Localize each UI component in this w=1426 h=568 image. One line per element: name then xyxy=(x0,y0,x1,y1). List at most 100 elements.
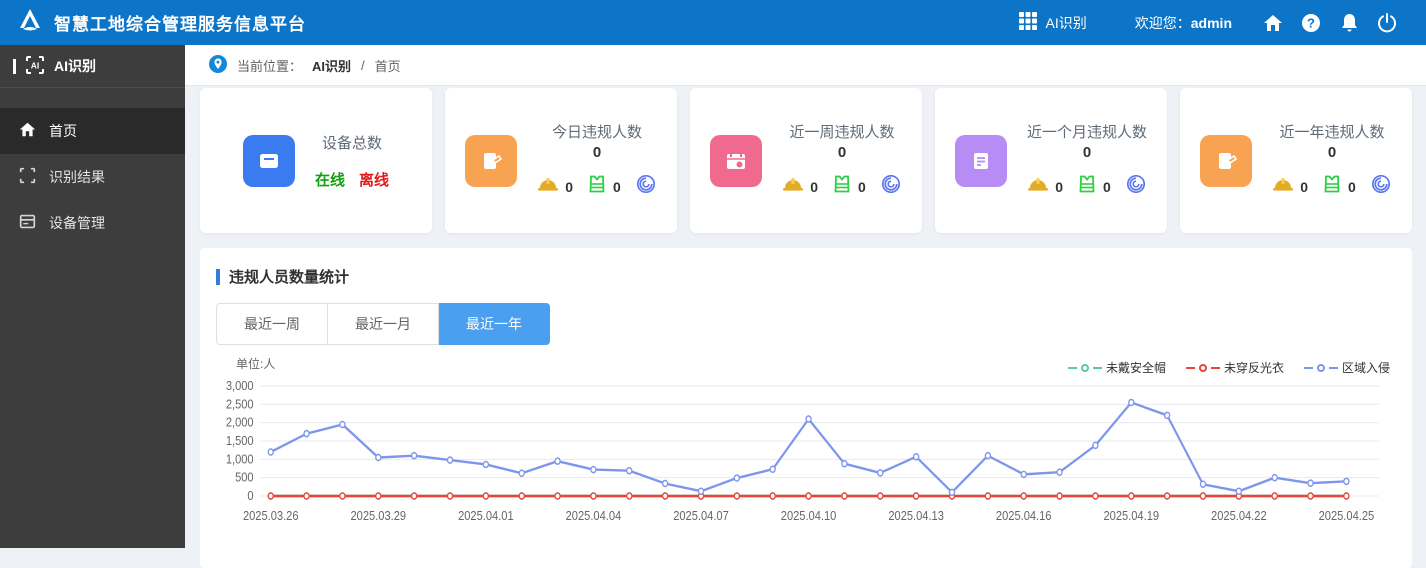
username: admin xyxy=(1190,14,1232,31)
scan-frame-icon xyxy=(19,167,36,187)
card-value: 0 xyxy=(1082,144,1092,161)
sidebar: AI AI识别 首页 识别结果 设备管理 xyxy=(0,45,185,548)
card-title: 今日违规人数 xyxy=(551,124,642,141)
svg-text:2025.04.16: 2025.04.16 xyxy=(996,508,1052,523)
legend-line xyxy=(1328,366,1338,369)
tab-last-month[interactable]: 最近一月 xyxy=(328,303,439,345)
title-accent-bar xyxy=(216,268,220,285)
legend-marker xyxy=(1080,363,1089,372)
helmet-icon xyxy=(782,176,804,197)
violation-stats-panel: 违规人员数量统计 最近一周 最近一月 最近一年 未戴安全帽 未穿反光衣 区域入侵… xyxy=(200,248,1412,568)
breadcrumb-current[interactable]: 首页 xyxy=(375,56,401,75)
svg-text:2025.04.19: 2025.04.19 xyxy=(1103,508,1159,523)
breadcrumb: 当前位置： AI识别 / 首页 xyxy=(185,45,1426,86)
vest-count: 0 xyxy=(1348,178,1356,195)
vest-count: 0 xyxy=(1102,178,1111,195)
legend-marker xyxy=(1198,363,1207,372)
helmet-icon xyxy=(1027,176,1049,197)
legend-line xyxy=(1067,366,1077,369)
ai-scan-icon: AI xyxy=(25,55,45,78)
sidebar-item-label: 设备管理 xyxy=(49,215,105,231)
grid-menu-icon xyxy=(1018,11,1038,34)
help-icon[interactable]: ? xyxy=(1292,13,1330,33)
app-switch-label: AI识别 xyxy=(1045,14,1087,31)
app-header: 智慧工地综合管理服务信息平台 AI识别 欢迎您：admin ? xyxy=(0,0,1426,45)
legend-line xyxy=(1210,366,1220,369)
offline-label: 离线 xyxy=(359,171,390,189)
legend-label: 区域入侵 xyxy=(1341,361,1390,375)
helmet-count: 0 xyxy=(810,178,818,195)
svg-text:1,000: 1,000 xyxy=(226,452,254,467)
legend-marker xyxy=(1316,363,1325,372)
breadcrumb-prefix: 当前位置： xyxy=(237,58,303,74)
bell-icon[interactable] xyxy=(1330,13,1368,33)
sidebar-menu: 首页 识别结果 设备管理 xyxy=(0,108,185,246)
sidebar-title: AI识别 xyxy=(54,58,96,74)
report-icon xyxy=(465,134,518,187)
svg-text:2,000: 2,000 xyxy=(226,415,254,430)
sidebar-item-recognition-results[interactable]: 识别结果 xyxy=(0,154,185,200)
sidebar-header-mark xyxy=(13,58,16,74)
vest-icon xyxy=(1077,175,1097,198)
report-icon xyxy=(1200,134,1253,187)
svg-text:2025.04.22: 2025.04.22 xyxy=(1211,508,1267,523)
legend-item-vest[interactable]: 未穿反光衣 xyxy=(1185,359,1284,376)
card-violations-year: 近一年违规人数 0 0 0 xyxy=(1180,88,1412,233)
svg-text:2025.04.04: 2025.04.04 xyxy=(566,508,622,523)
calendar-icon xyxy=(710,134,763,187)
intrusion-spiral-icon xyxy=(880,173,902,200)
sidebar-item-label: 识别结果 xyxy=(49,169,105,185)
breadcrumb-root[interactable]: AI识别 xyxy=(312,56,351,75)
home-icon[interactable] xyxy=(1254,13,1292,33)
home-icon xyxy=(19,121,36,141)
breadcrumb-separator: / xyxy=(361,57,365,73)
section-title: 违规人员数量统计 xyxy=(216,266,1396,287)
online-label: 在线 xyxy=(314,171,345,189)
card-device-total: 设备总数 在线 离线 xyxy=(200,88,432,233)
card-value: 0 xyxy=(1327,144,1337,161)
sidebar-item-device-management[interactable]: 设备管理 xyxy=(0,200,185,246)
brand: 智慧工地综合管理服务信息平台 xyxy=(16,6,306,39)
tab-last-week[interactable]: 最近一周 xyxy=(216,303,328,345)
chart-area: 未戴安全帽 未穿反光衣 区域入侵 单位:人 0 500 1,000 1,500 2,00… xyxy=(216,355,1396,528)
device-icon xyxy=(19,213,36,233)
svg-text:0: 0 xyxy=(247,488,253,503)
svg-text:1,500: 1,500 xyxy=(226,433,254,448)
card-title: 近一年违规人数 xyxy=(1279,124,1385,141)
vest-count: 0 xyxy=(613,178,621,195)
svg-text:2025.04.13: 2025.04.13 xyxy=(888,508,944,523)
stat-cards-row: 设备总数 在线 离线 今日违规人数 0 0 0 近一周违规人数 0 0 0 近一… xyxy=(200,88,1412,233)
legend-label: 未戴安全帽 xyxy=(1105,361,1166,375)
svg-text:500: 500 xyxy=(235,470,254,485)
power-icon[interactable] xyxy=(1368,12,1406,33)
svg-text:?: ? xyxy=(1307,15,1315,30)
vest-icon xyxy=(832,175,852,198)
sidebar-item-home[interactable]: 首页 xyxy=(0,108,185,154)
legend-label: 未穿反光衣 xyxy=(1223,361,1284,375)
helmet-count: 0 xyxy=(1055,178,1063,195)
app-switch-button[interactable]: AI识别 xyxy=(1018,11,1087,34)
intrusion-spiral-icon xyxy=(1370,173,1392,200)
svg-text:2025.04.07: 2025.04.07 xyxy=(673,508,729,523)
time-range-tabs: 最近一周 最近一月 最近一年 xyxy=(216,303,550,345)
legend-item-helmet[interactable]: 未戴安全帽 xyxy=(1067,359,1166,376)
card-value: 0 xyxy=(592,144,602,161)
helmet-icon xyxy=(537,176,559,197)
logo-icon xyxy=(16,6,44,39)
helmet-count: 0 xyxy=(565,178,573,195)
card-violations-week: 近一周违规人数 0 0 0 xyxy=(690,88,922,233)
svg-text:2,500: 2,500 xyxy=(226,397,254,412)
legend-item-intrusion[interactable]: 区域入侵 xyxy=(1303,359,1390,376)
welcome-text: 欢迎您：admin xyxy=(1134,14,1232,31)
svg-text:AI: AI xyxy=(31,60,40,70)
page-title: 智慧工地综合管理服务信息平台 xyxy=(54,15,306,34)
card-violations-today: 今日违规人数 0 0 0 xyxy=(445,88,677,233)
svg-text:2025.04.25: 2025.04.25 xyxy=(1319,508,1375,523)
sidebar-header: AI AI识别 xyxy=(0,45,185,88)
svg-text:2025.04.01: 2025.04.01 xyxy=(458,508,514,523)
chart-legend: 未戴安全帽 未穿反光衣 区域入侵 xyxy=(1067,359,1390,376)
legend-line xyxy=(1185,366,1195,369)
vest-count: 0 xyxy=(858,178,866,195)
svg-text:2025.04.10: 2025.04.10 xyxy=(781,508,837,523)
tab-last-year[interactable]: 最近一年 xyxy=(439,303,550,345)
